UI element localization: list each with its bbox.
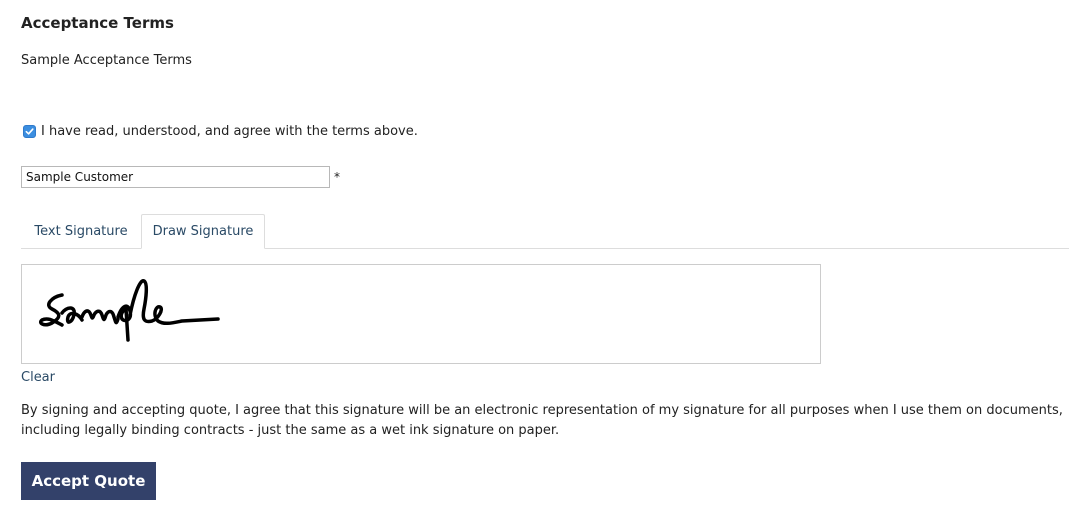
required-marker: * (334, 170, 340, 184)
signature-tabs: Text Signature Draw Signature (21, 214, 1069, 249)
agree-row: I have read, understood, and agree with … (23, 124, 418, 139)
accept-quote-button[interactable]: Accept Quote (21, 462, 156, 500)
agree-label: I have read, understood, and agree with … (41, 124, 418, 139)
tab-text-signature[interactable]: Text Signature (21, 214, 141, 248)
signature-pad[interactable] (21, 264, 821, 364)
tab-draw-signature[interactable]: Draw Signature (141, 214, 265, 249)
signature-disclaimer: By signing and accepting quote, I agree … (21, 403, 1063, 438)
clear-signature-link[interactable]: Clear (21, 370, 55, 385)
customer-name-input[interactable] (21, 166, 330, 188)
terms-text: Sample Acceptance Terms (21, 53, 192, 68)
page-title: Acceptance Terms (21, 14, 174, 32)
signature-drawing (39, 279, 220, 342)
agree-checkbox[interactable] (23, 125, 36, 138)
checkmark-icon (25, 128, 34, 135)
